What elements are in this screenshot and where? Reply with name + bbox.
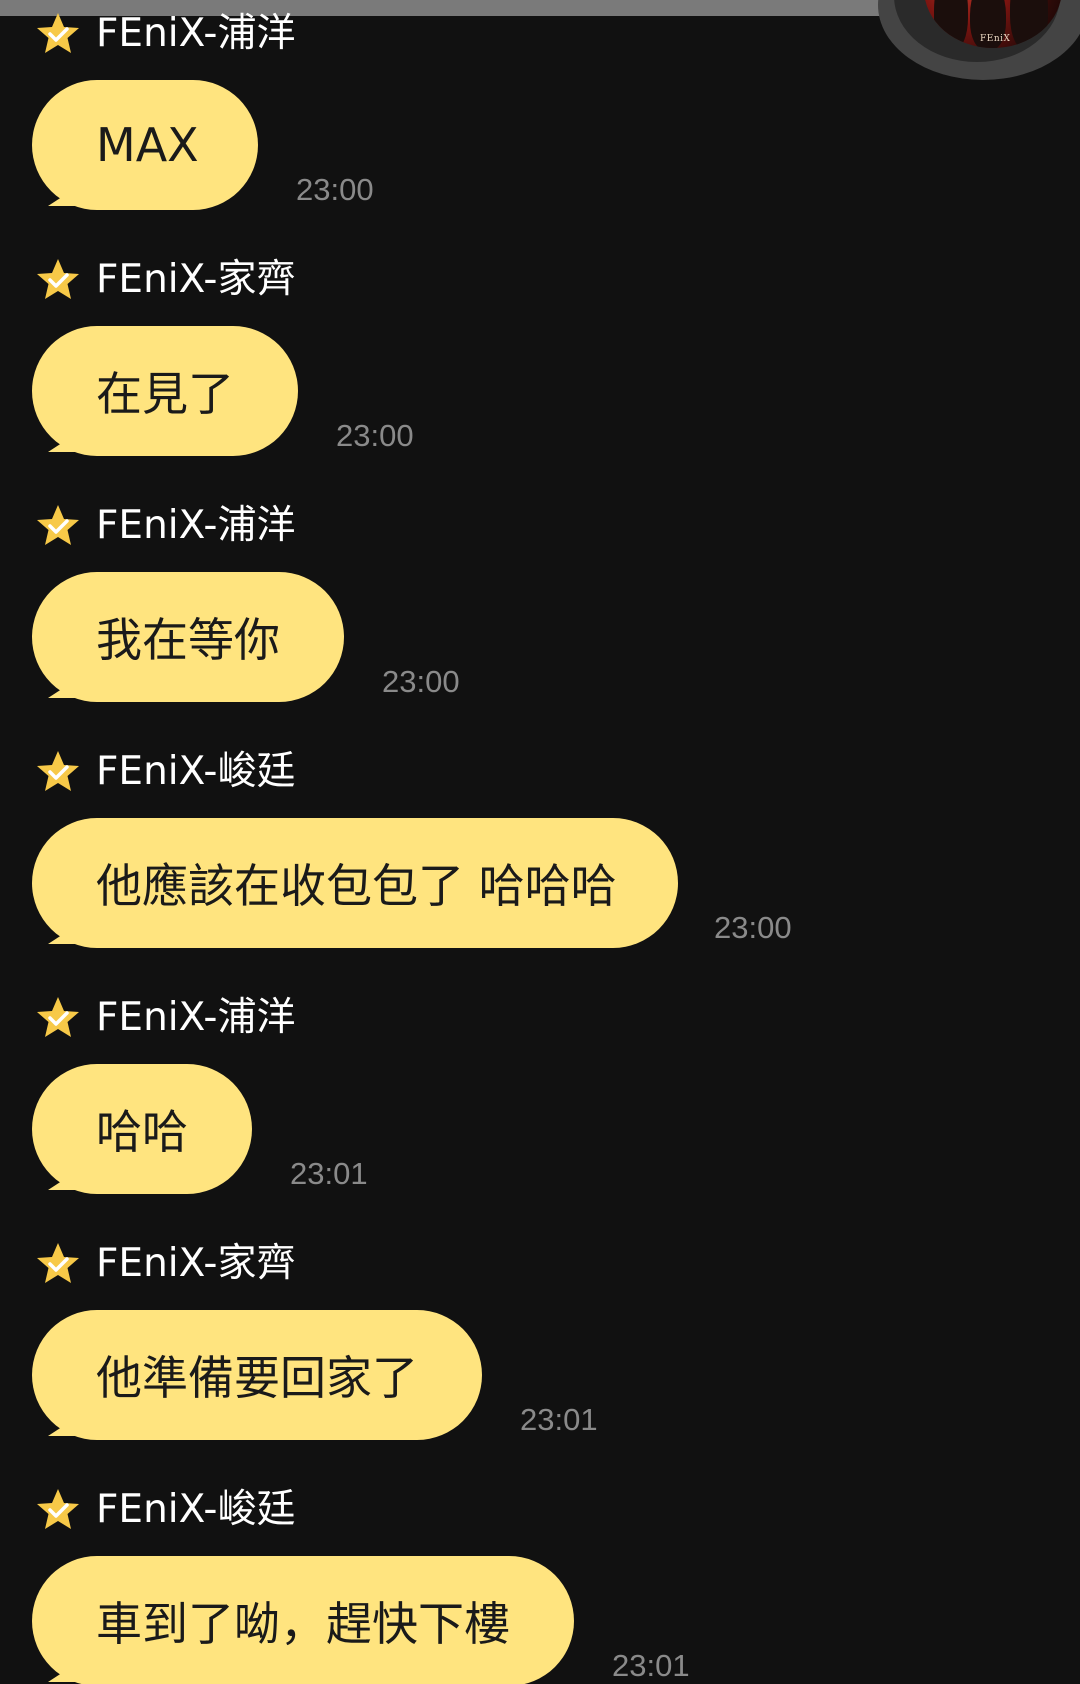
sender-row: FEniX-浦洋	[34, 994, 295, 1042]
message-text: 他應該在收包包了 哈哈哈	[96, 859, 617, 913]
message-bubble[interactable]: 他準備要回家了	[32, 1310, 482, 1440]
bubble-tail	[30, 1164, 88, 1190]
chat-message: FEniX-浦洋 我在等你 23:00	[0, 502, 1080, 731]
chat-message: FEniX-浦洋 MAX 23:00	[0, 10, 1080, 239]
verified-star-icon	[37, 997, 79, 1037]
chat-message: FEniX-家齊 他準備要回家了 23:01	[0, 1240, 1080, 1469]
message-text: 他準備要回家了	[96, 1351, 418, 1405]
verified-star-icon	[37, 505, 79, 545]
message-bubble[interactable]: 哈哈	[32, 1064, 252, 1194]
verified-star-icon	[37, 13, 79, 53]
sender-name[interactable]: FEniX-浦洋	[96, 502, 295, 550]
message-text: 在見了	[96, 367, 234, 421]
bubble-tail	[30, 426, 88, 452]
message-time: 23:01	[612, 1648, 690, 1683]
chat-message: FEniX-峻廷 他應該在收包包了 哈哈哈 23:00	[0, 748, 1080, 977]
message-time: 23:00	[382, 664, 460, 699]
sender-name[interactable]: FEniX-家齊	[96, 1240, 295, 1288]
chat-message: FEniX-家齊 在見了 23:00	[0, 256, 1080, 485]
message-text: MAX	[96, 118, 199, 172]
sender-row: FEniX-家齊	[34, 256, 295, 304]
sender-name[interactable]: FEniX-峻廷	[96, 748, 295, 796]
message-bubble[interactable]: 他應該在收包包了 哈哈哈	[32, 818, 678, 948]
sender-name[interactable]: FEniX-家齊	[96, 256, 295, 304]
bubble-tail	[30, 918, 88, 944]
message-time: 23:00	[714, 910, 792, 945]
message-bubble[interactable]: 我在等你	[32, 572, 344, 702]
message-time: 23:01	[290, 1156, 368, 1191]
bubble-tail	[30, 1410, 88, 1436]
sender-name[interactable]: FEniX-峻廷	[96, 1486, 295, 1534]
message-bubble[interactable]: 在見了	[32, 326, 298, 456]
bubble-tail	[30, 1656, 88, 1682]
chat-message: FEniX-峻廷 車到了呦，趕快下樓 23:01	[0, 1486, 1080, 1684]
message-bubble[interactable]: 車到了呦，趕快下樓	[32, 1556, 574, 1684]
message-text: 我在等你	[96, 613, 280, 667]
sender-row: FEniX-浦洋	[34, 10, 295, 58]
sender-row: FEniX-浦洋	[34, 502, 295, 550]
message-time: 23:00	[336, 418, 414, 453]
sender-name[interactable]: FEniX-浦洋	[96, 10, 295, 58]
verified-star-icon	[37, 1489, 79, 1529]
message-text: 車到了呦，趕快下樓	[96, 1597, 510, 1651]
sender-row: FEniX-峻廷	[34, 748, 295, 796]
message-text: 哈哈	[96, 1105, 188, 1159]
chat-message: FEniX-浦洋 哈哈 23:01	[0, 994, 1080, 1223]
sender-row: FEniX-峻廷	[34, 1486, 295, 1534]
message-time: 23:00	[296, 172, 374, 207]
verified-star-icon	[37, 751, 79, 791]
sender-name[interactable]: FEniX-浦洋	[96, 994, 295, 1042]
bubble-tail	[30, 672, 88, 698]
sender-row: FEniX-家齊	[34, 1240, 295, 1288]
bubble-tail	[30, 180, 88, 206]
verified-star-icon	[37, 259, 79, 299]
verified-star-icon	[37, 1243, 79, 1283]
message-time: 23:01	[520, 1402, 598, 1437]
message-bubble[interactable]: MAX	[32, 80, 258, 210]
